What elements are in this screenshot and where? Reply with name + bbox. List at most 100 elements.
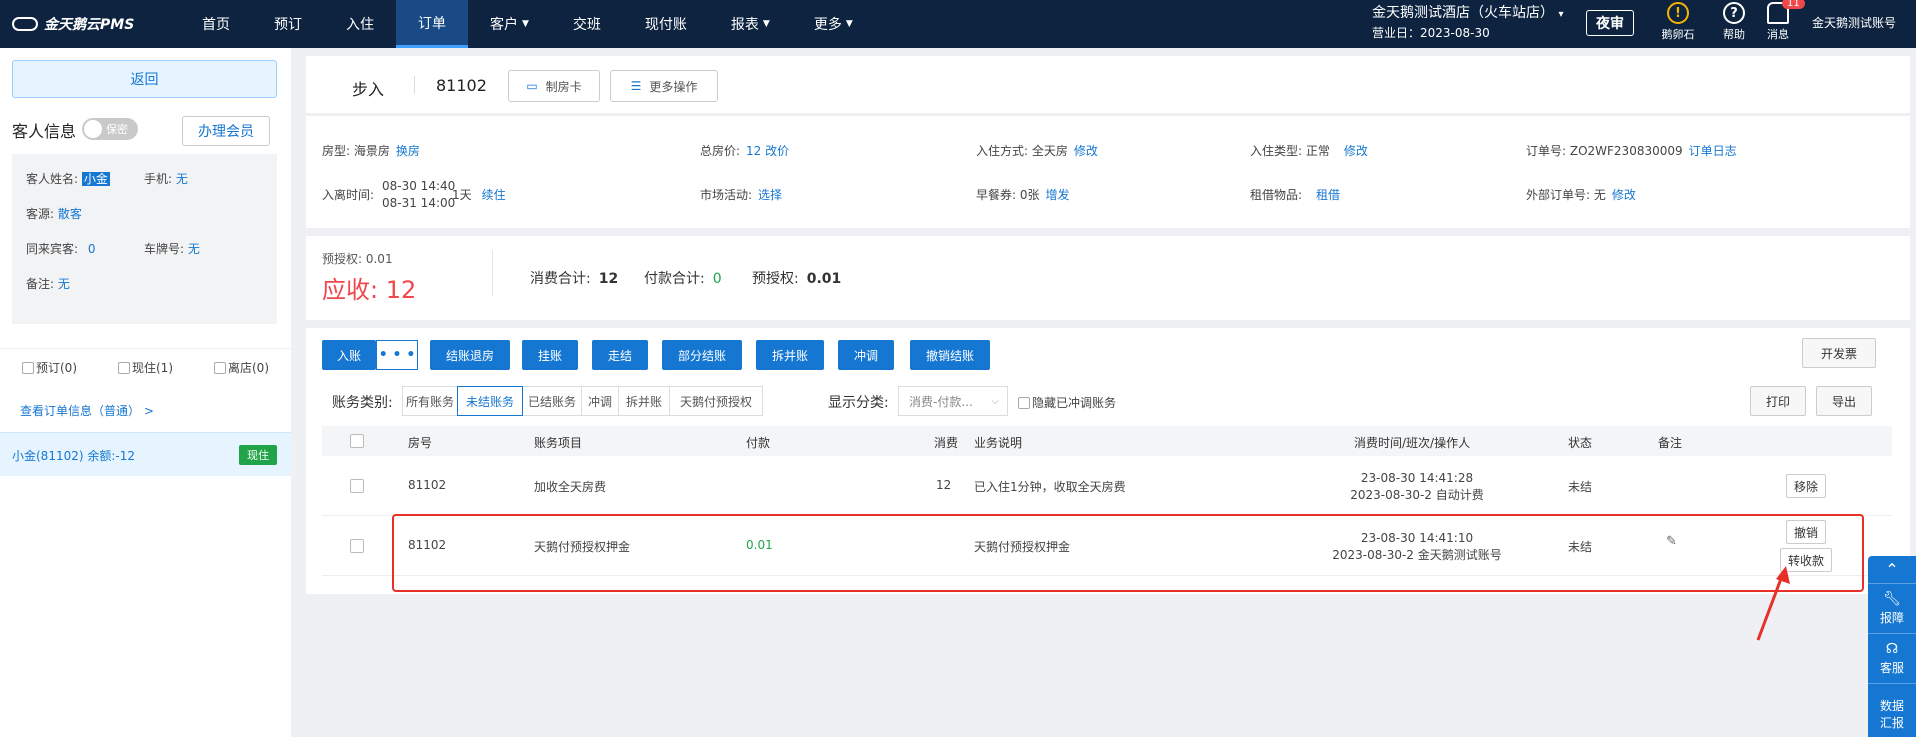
annotation-arrow-icon [1756, 566, 1790, 641]
change-price-link[interactable]: 12 改价 [746, 144, 789, 158]
more-ops-button[interactable]: ☰ 更多操作 [610, 70, 718, 102]
adjust-button[interactable]: 冲调 [838, 340, 894, 370]
row-checkbox[interactable] [350, 539, 364, 553]
room-number: 81102 [436, 76, 487, 95]
add-breakfast-link[interactable]: 增发 [1046, 188, 1070, 202]
split-merge-button[interactable]: 拆并账 [756, 340, 824, 370]
help-button[interactable]: ? 帮助 [1712, 2, 1756, 42]
question-icon: ? [1723, 2, 1745, 24]
select-all-checkbox[interactable] [350, 434, 364, 448]
status-badge: 现住 [239, 445, 277, 465]
hide-adjusted-checkbox[interactable]: 隐藏已冲调账务 [1018, 394, 1116, 411]
hotel-name: 金天鹅测试酒店（火车站店） [1372, 5, 1554, 21]
category-unsettled[interactable]: 未结账务 [457, 386, 523, 416]
list-icon: ☰ [630, 79, 642, 93]
partial-settle-button[interactable]: 部分结账 [662, 340, 742, 370]
chevron-up-icon[interactable]: ⌃ [1868, 556, 1916, 584]
nav-item-checkin[interactable]: 入住 [324, 0, 396, 48]
divider [414, 76, 415, 94]
nav-item-more[interactable]: 更多 ▼ [792, 0, 875, 48]
edit-ext-order-link[interactable]: 修改 [1612, 188, 1636, 202]
filter-booked[interactable]: 预订(0) [22, 359, 77, 376]
hotel-selector[interactable]: 金天鹅测试酒店（火车站店） ▾ 营业日：2023-08-30 [1372, 4, 1563, 42]
category-settled[interactable]: 已结账务 [522, 386, 582, 416]
consume-total: 消费合计: 12 [530, 271, 619, 287]
info-market: 市场活动: 选择 [700, 188, 783, 202]
edit-icon[interactable]: ✎ [1666, 534, 1677, 549]
edit-checkin-type-link[interactable]: 修改 [1344, 144, 1368, 158]
filter-staying[interactable]: 现住(1) [118, 359, 173, 376]
main-nav: 首页 预订 入住 订单 客户 ▼ 交班 现付账 报表 ▼ 更多 ▼ [180, 0, 875, 48]
walk-settle-button[interactable]: 走结 [592, 340, 648, 370]
category-adjust[interactable]: 冲调 [581, 386, 619, 416]
info-ext-order: 外部订单号: 无修改 [1526, 188, 1636, 202]
remove-button[interactable]: 移除 [1786, 474, 1826, 498]
info-rental: 租借物品: 租借 [1250, 188, 1341, 202]
nav-item-reports[interactable]: 报表 ▼ [709, 0, 792, 48]
account-menu[interactable]: 金天鹅测试账号 [1812, 14, 1896, 31]
pay-total: 付款合计: 0 [644, 271, 722, 287]
revoke-button[interactable]: 撤销 [1786, 520, 1826, 544]
undo-checkout-button[interactable]: 撤销结账 [910, 340, 990, 370]
nav-item-home[interactable]: 首页 [180, 0, 252, 48]
info-stay-time: 入离时间: [322, 188, 375, 202]
view-order-info-link[interactable]: 查看订单信息（普通） > [20, 402, 154, 419]
category-preauth[interactable]: 天鹅付预授权 [669, 386, 763, 416]
report-issue-button[interactable]: 🔧︎ 报障 [1868, 584, 1916, 634]
extend-stay-link[interactable]: 续住 [482, 188, 506, 202]
chevron-down-icon: ▼ [762, 19, 770, 29]
billing-panel: 入账 • • • 结账退房 挂账 走结 部分结账 拆并账 冲调 撤销结账 开发票… [306, 328, 1910, 594]
checkout-button[interactable]: 结账退房 [430, 340, 510, 370]
export-button[interactable]: 导出 [1816, 386, 1872, 416]
rental-link[interactable]: 租借 [1316, 188, 1340, 202]
divider [492, 250, 493, 296]
nav-item-orders[interactable]: 订单 [396, 0, 468, 48]
top-nav-bar: 金天鹅云PMS 首页 预订 入住 订单 客户 ▼ 交班 现付账 报表 ▼ 更多 ▼ 金… [0, 0, 1916, 48]
nav-item-cash-account[interactable]: 现付账 [623, 0, 709, 48]
order-log-link[interactable]: 订单日志 [1689, 144, 1737, 158]
back-button[interactable]: 返回 [12, 60, 277, 98]
guest-info-box: 客人姓名: 小金 手机: 无 客源: 散客 同来宾客: 0 车牌号: 无 备注:… [12, 154, 277, 324]
filter-departed[interactable]: 离店(0) [214, 359, 269, 376]
table-row[interactable]: 81102 天鹅付预授权押金 0.01 天鹅付预授权押金 23-08-30 14… [322, 516, 1892, 576]
order-header: 步入 81102 ▭ 制房卡 ☰ 更多操作 [306, 56, 1910, 114]
chevron-down-icon: ⌵ [991, 395, 999, 407]
messages-button[interactable]: 11 消息 [1756, 0, 1805, 42]
bill-table-header: 房号 账务项目 付款 消费 业务说明 消费时间/班次/操作人 状态 备注 [322, 426, 1892, 456]
change-room-link[interactable]: 换房 [396, 144, 420, 158]
guest-remark: 备注: 无 [26, 277, 70, 291]
cloud-icon [12, 17, 38, 31]
post-entry-button[interactable]: 入账 [322, 340, 376, 370]
guest-row-name: 小金(81102) 余额:-12 [12, 449, 135, 463]
row-checkbox[interactable] [350, 479, 364, 493]
nav-item-booking[interactable]: 预订 [252, 0, 324, 48]
guest-plate: 车牌号: 无 [144, 242, 200, 256]
status-filters: 预订(0) 现住(1) 离店(0) [0, 348, 291, 382]
egg-stone-button[interactable]: ! 鹅卵石 [1656, 2, 1700, 42]
secret-toggle[interactable]: 保密 [82, 118, 138, 140]
make-card-button[interactable]: ▭ 制房卡 [508, 70, 600, 102]
more-options-button[interactable]: • • • [376, 340, 418, 370]
room-status: 步入 [352, 80, 385, 99]
customer-service-button[interactable]: ☊ 客服 [1868, 634, 1916, 684]
display-select[interactable]: 消费-付款... ⌵ [898, 386, 1008, 416]
print-button[interactable]: 打印 [1750, 386, 1806, 416]
guest-list-item[interactable]: 小金(81102) 余额:-12 现住 [0, 432, 291, 476]
nav-item-customers[interactable]: 客户 ▼ [468, 0, 551, 48]
table-row[interactable]: 81102 加收全天房费 12 已入住1分钟，收取全天房费 23-08-30 1… [322, 456, 1892, 516]
member-button[interactable]: 办理会员 [182, 116, 270, 146]
nav-item-shift[interactable]: 交班 [551, 0, 623, 48]
data-report-button[interactable]: 数据 汇报 [1868, 684, 1916, 737]
invoice-button[interactable]: 开发票 [1802, 338, 1876, 368]
info-checkin-method: 入住方式: 全天房 修改 [976, 144, 1098, 158]
preauth-total: 预授权: 0.01 [752, 271, 842, 287]
category-all[interactable]: 所有账务 [402, 386, 458, 416]
night-audit-button[interactable]: 夜审 [1586, 10, 1634, 36]
chevron-down-icon: ▼ [522, 19, 529, 29]
hang-account-button[interactable]: 挂账 [522, 340, 578, 370]
card-icon: ▭ [526, 79, 538, 93]
edit-checkin-method-link[interactable]: 修改 [1074, 144, 1098, 158]
category-split-merge[interactable]: 拆并账 [618, 386, 670, 416]
select-market-link[interactable]: 选择 [758, 188, 782, 202]
app-logo[interactable]: 金天鹅云PMS [0, 14, 180, 34]
